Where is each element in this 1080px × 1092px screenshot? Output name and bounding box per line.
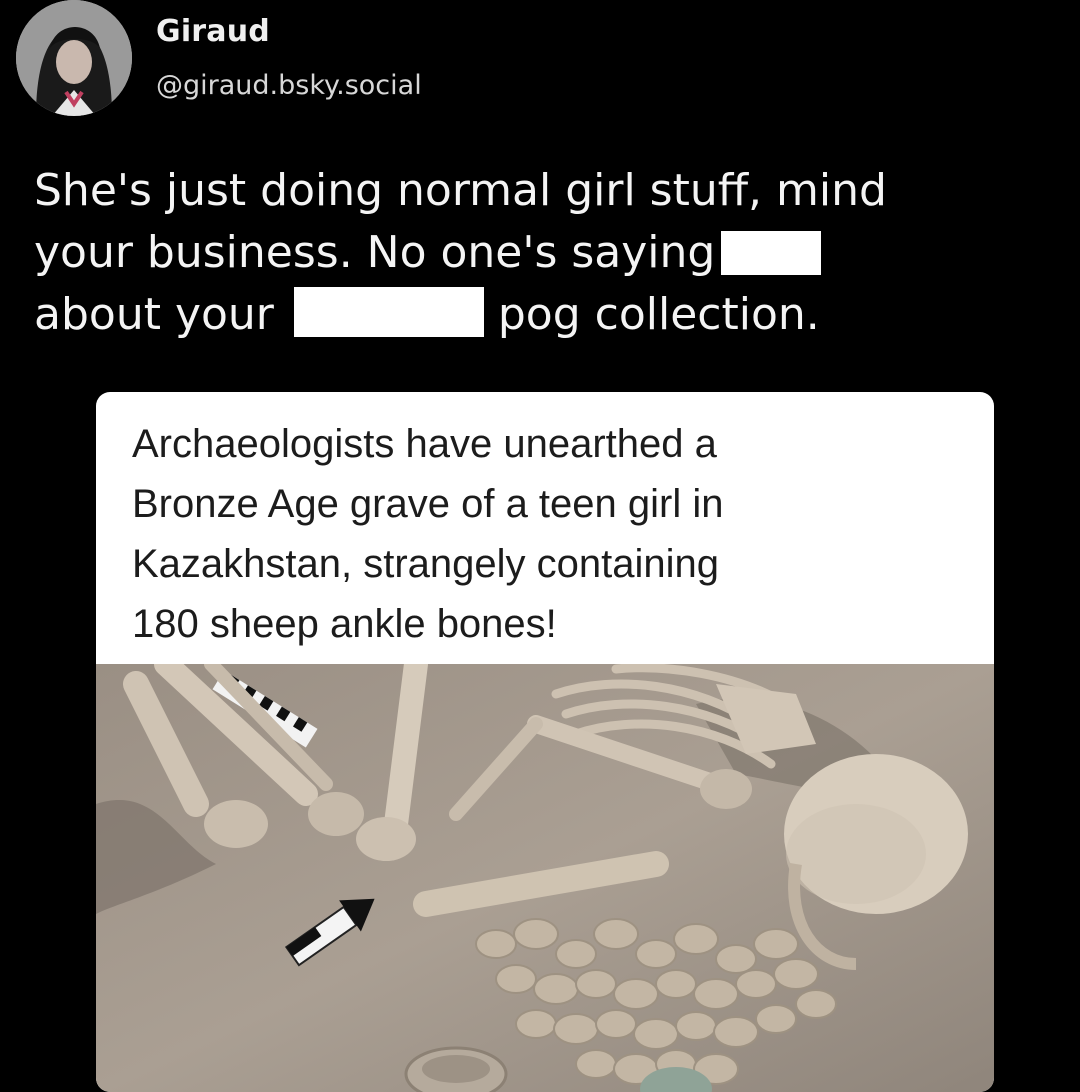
redaction-box — [293, 287, 484, 337]
headline-line: Kazakhstan, strangely containing — [132, 542, 720, 586]
card-headline: Archaeologists have unearthed a Bronze A… — [132, 414, 982, 654]
post-line: about your pog collection. — [34, 284, 1044, 346]
post-line-text: pog collection. — [497, 289, 820, 340]
user-handle[interactable]: @giraud.bsky.social — [156, 70, 422, 101]
headline-line: Bronze Age grave of a teen girl in — [132, 482, 724, 526]
redaction-box — [721, 231, 822, 275]
post-line-text: your business. No one's saying — [34, 227, 716, 278]
grave-photo — [96, 664, 994, 1092]
avatar-image — [16, 0, 132, 116]
post-line: your business. No one's saying — [34, 222, 1044, 284]
post-text: She's just doing normal girl stuff, mind… — [34, 160, 1044, 346]
grave-photo-illustration — [96, 664, 994, 1092]
embedded-image-card[interactable]: Archaeologists have unearthed a Bronze A… — [96, 392, 994, 1092]
avatar[interactable] — [16, 0, 132, 116]
post-line: She's just doing normal girl stuff, mind — [34, 165, 887, 216]
headline-line: Archaeologists have unearthed a — [132, 422, 717, 466]
post-line-text: about your — [34, 289, 274, 340]
headline-line: 180 sheep ankle bones! — [132, 602, 557, 646]
display-name[interactable]: Giraud — [156, 14, 270, 49]
